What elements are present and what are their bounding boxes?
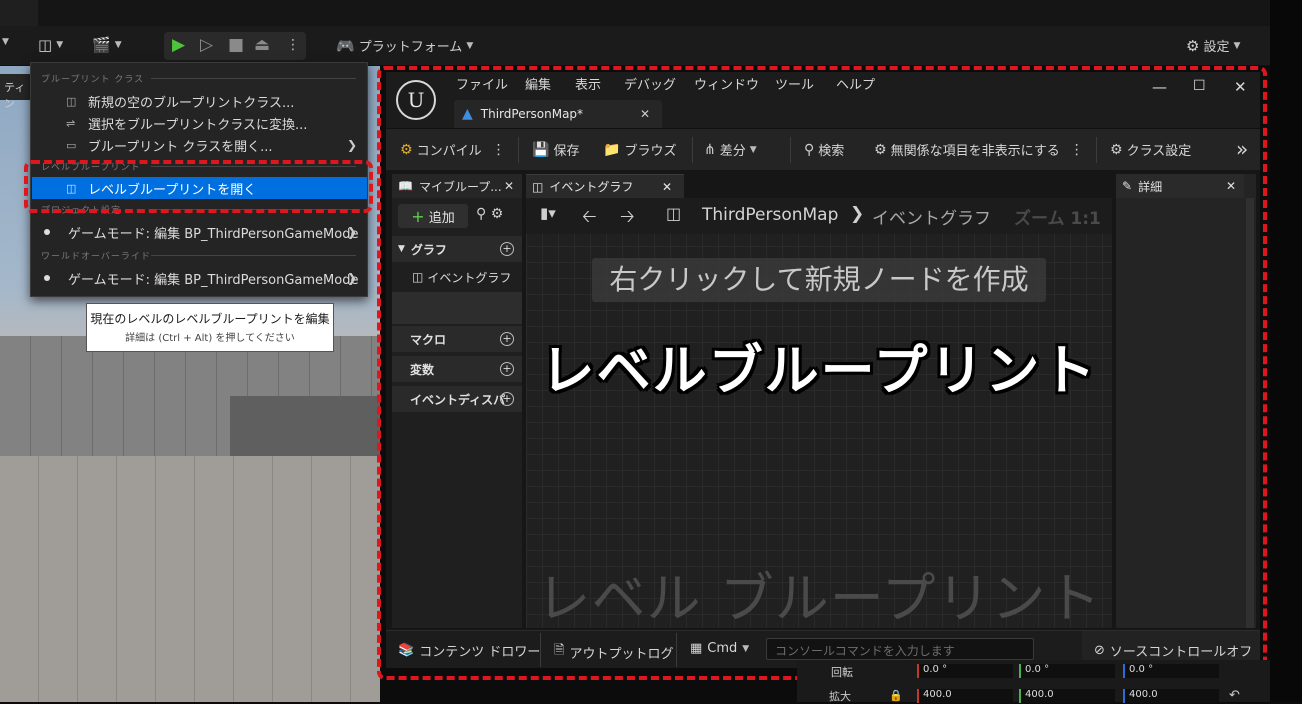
eject-icon[interactable]: ⏏ bbox=[254, 35, 270, 55]
menu-section-blueprint-class: ブループリント クラス bbox=[41, 72, 357, 85]
platform-dropdown[interactable]: 🎮 プラットフォーム ▼ bbox=[336, 36, 473, 56]
tooltip: 現在のレベルのレベルブループリントを編集 詳細は (Ctrl + Alt) を押… bbox=[86, 303, 334, 352]
reset-icon[interactable]: ↶ bbox=[1229, 688, 1240, 703]
menu-item-label: ゲームモード: 編集 BP_ThirdPersonGameMode bbox=[68, 272, 359, 288]
menu-highlight-frame bbox=[24, 160, 373, 213]
folder-icon: ▭ bbox=[66, 138, 77, 152]
scale-x-field[interactable]: 400.0 bbox=[917, 689, 1013, 703]
editor-details-peek: 回転 拡大 🔒 0.0 ° 0.0 ° 0.0 ° 400.0 400.0 40… bbox=[797, 660, 1270, 703]
scale-y-field[interactable]: 400.0 bbox=[1019, 689, 1115, 703]
editor-corner-block bbox=[0, 0, 38, 26]
gear-icon: ⚙ bbox=[1186, 36, 1200, 55]
settings-label: 設定 bbox=[1203, 40, 1230, 55]
cinematics-dropdown[interactable]: 🎬 ▼ bbox=[92, 36, 122, 54]
step-icon[interactable]: ▷ bbox=[200, 35, 213, 55]
tooltip-title: 現在のレベルのレベルブループリントを編集 bbox=[90, 312, 330, 326]
bullet-icon bbox=[44, 275, 50, 281]
viewport-floor bbox=[0, 456, 380, 702]
window-highlight-frame bbox=[377, 66, 1267, 680]
menu-item-new-empty-blueprint[interactable]: ◫ 新規の空のブループリントクラス... bbox=[32, 90, 367, 112]
submenu-arrow-icon: ❯ bbox=[346, 225, 357, 239]
menu-item-label: 新規の空のブループリントクラス... bbox=[88, 95, 295, 111]
rotation-z-field[interactable]: 0.0 ° bbox=[1123, 664, 1219, 678]
bullet-icon bbox=[44, 229, 50, 235]
menu-item-label: 選択をブループリントクラスに変換... bbox=[88, 117, 308, 133]
submenu-arrow-icon: ❯ bbox=[346, 138, 357, 152]
clapperboard-icon: 🎬 bbox=[92, 36, 111, 54]
more-options-icon[interactable]: ⋮ bbox=[286, 37, 300, 53]
blueprint-dropdown[interactable]: ◫ ▼ bbox=[38, 36, 63, 54]
menu-item-open-blueprint-class[interactable]: ▭ ブループリント クラスを開く... ❯ bbox=[32, 134, 367, 156]
menu-item-convert-to-blueprint[interactable]: ⇌ 選択をブループリントクラスに変換... bbox=[32, 112, 367, 134]
settings-dropdown[interactable]: ⚙ 設定 ▼ bbox=[1186, 36, 1240, 56]
submenu-arrow-icon: ❯ bbox=[346, 271, 357, 285]
scale-z-field[interactable]: 400.0 bbox=[1123, 689, 1219, 703]
menu-item-label: ブループリント クラスを開く... bbox=[88, 139, 273, 155]
stop-icon[interactable]: ■ bbox=[228, 35, 244, 55]
menu-item-gamemode-world[interactable]: ゲームモード: 編集 BP_ThirdPersonGameMode ❯ bbox=[32, 267, 367, 289]
blueprint-new-icon: ◫ bbox=[66, 94, 77, 108]
platform-label: プラットフォーム bbox=[358, 40, 463, 55]
mode-dropdown[interactable]: ▼ bbox=[2, 37, 9, 47]
screen-edge bbox=[1270, 0, 1302, 702]
rotation-x-field[interactable]: 0.0 ° bbox=[917, 664, 1013, 678]
convert-icon: ⇌ bbox=[66, 116, 76, 130]
lock-icon[interactable]: 🔒 bbox=[889, 689, 903, 702]
editor-title-bar bbox=[0, 0, 1270, 26]
menu-item-gamemode-project[interactable]: ゲームモード: 編集 BP_ThirdPersonGameMode ❯ bbox=[32, 221, 367, 243]
play-icon[interactable]: ▶ bbox=[172, 35, 185, 55]
menu-section-world-override: ワールドオーバーライド bbox=[41, 249, 356, 262]
tooltip-hint: 詳細は (Ctrl + Alt) を押してください bbox=[125, 333, 295, 344]
gamepad-icon: 🎮 bbox=[336, 36, 355, 55]
rotation-y-field[interactable]: 0.0 ° bbox=[1019, 664, 1115, 678]
blueprint-icon: ◫ bbox=[38, 36, 53, 54]
rotation-label: 回転 bbox=[831, 666, 853, 679]
play-controls: ▶ ▷ ■ ⏏ ⋮ bbox=[164, 32, 306, 60]
menu-item-label: ゲームモード: 編集 BP_ThirdPersonGameMode bbox=[68, 226, 359, 242]
